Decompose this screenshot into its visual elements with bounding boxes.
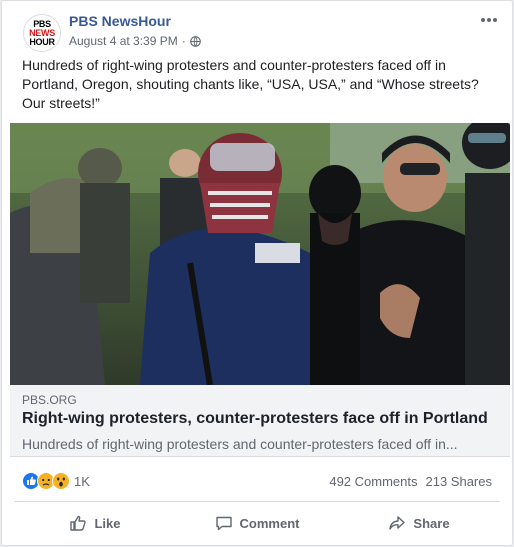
like-label: Like bbox=[94, 515, 121, 531]
share-label: Share bbox=[413, 515, 450, 531]
post-timestamp[interactable]: August 4 at 3:39 PM bbox=[69, 34, 178, 48]
post-actions: Like Comment Share bbox=[14, 506, 500, 540]
comment-label: Comment bbox=[239, 515, 300, 531]
wow-reaction-icon bbox=[52, 472, 70, 490]
link-title[interactable]: Right-wing protesters, counter-protester… bbox=[22, 410, 488, 428]
page-avatar[interactable]: PBS NEWS HOUR bbox=[23, 14, 61, 52]
protest-photo bbox=[10, 123, 510, 385]
page-name-link[interactable]: PBS NewsHour bbox=[69, 13, 171, 29]
like-button[interactable]: Like bbox=[14, 506, 176, 540]
shares-count[interactable]: 213 Shares bbox=[426, 474, 493, 489]
actions-divider bbox=[14, 501, 500, 502]
link-domain: PBS.ORG bbox=[22, 393, 77, 407]
link-preview[interactable]: PBS.ORG Right-wing protesters, counter-p… bbox=[10, 385, 510, 457]
post-meta: August 4 at 3:39 PM · bbox=[69, 34, 201, 48]
reactions-summary: 1K 492 Comments 213 Shares bbox=[22, 471, 492, 493]
reaction-count[interactable]: 1K bbox=[74, 474, 90, 489]
post-stats: 492 Comments 213 Shares bbox=[329, 474, 492, 489]
globe-icon[interactable] bbox=[189, 35, 201, 47]
logo-line-3: HOUR bbox=[29, 36, 55, 47]
comment-icon bbox=[215, 516, 232, 531]
share-icon bbox=[389, 516, 406, 530]
post-header: PBS NEWS HOUR PBS NewsHour August 4 at 3… bbox=[14, 9, 500, 52]
post-card: PBS NEWS HOUR PBS NewsHour August 4 at 3… bbox=[1, 0, 513, 546]
comment-button[interactable]: Comment bbox=[176, 506, 338, 540]
reaction-icons[interactable] bbox=[22, 472, 70, 490]
meta-separator: · bbox=[181, 34, 186, 48]
thumbs-up-icon bbox=[70, 515, 87, 531]
share-button[interactable]: Share bbox=[338, 506, 500, 540]
comments-count[interactable]: 492 Comments bbox=[329, 474, 417, 489]
more-options-icon[interactable] bbox=[480, 15, 498, 25]
post-text: Hundreds of right-wing protesters and co… bbox=[22, 57, 479, 111]
link-description: Hundreds of right-wing protesters and co… bbox=[22, 436, 458, 452]
link-preview-image[interactable] bbox=[10, 123, 510, 385]
